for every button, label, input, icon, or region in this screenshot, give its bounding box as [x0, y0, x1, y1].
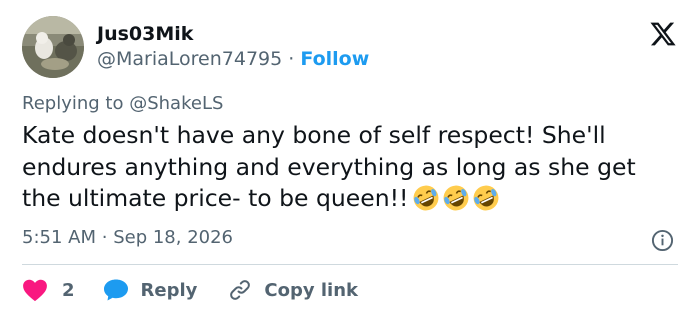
link-icon [230, 280, 251, 300]
tweet-text: Kate doesn't have any bone of self respe… [22, 120, 662, 215]
reply-context: Replying to @ShakeLS [22, 93, 223, 114]
action-bar: 2 Reply Copy link [22, 276, 358, 304]
handle-separator: · [288, 48, 295, 70]
rolling-laughing-emoji-icon [414, 185, 439, 211]
divider [22, 264, 678, 265]
tweet-time: 5:51 AM [22, 227, 96, 248]
copy-link-button[interactable]: Copy link [228, 278, 358, 302]
like-button[interactable]: 2 [22, 278, 75, 302]
reply-mention-link[interactable]: @ShakeLS [129, 93, 223, 114]
avatar[interactable] [22, 16, 84, 78]
author-handle[interactable]: @MariaLoren74795 [97, 48, 282, 70]
info-icon[interactable] [651, 229, 674, 252]
heart-icon [23, 279, 47, 302]
tweet-body: Kate doesn't have any bone of self respe… [22, 121, 636, 212]
like-count: 2 [62, 279, 75, 301]
rolling-laughing-emoji-icon [474, 185, 499, 211]
author-name[interactable]: Jus03Mik [97, 23, 193, 45]
author-handle-row: @MariaLoren74795 · Follow [97, 48, 369, 70]
emoji-group [412, 184, 500, 212]
rolling-laughing-emoji-icon [444, 185, 469, 211]
tweet-date: Sep 18, 2026 [113, 227, 234, 248]
x-logo-icon[interactable] [649, 20, 677, 48]
tweet-timestamp[interactable]: 5:51 AM · Sep 18, 2026 [22, 227, 233, 248]
reply-button[interactable]: Reply [103, 278, 198, 302]
reply-label: Reply [140, 279, 198, 301]
copy-link-label: Copy link [264, 279, 358, 301]
follow-button[interactable]: Follow [300, 48, 369, 70]
timestamp-separator: · [101, 227, 108, 248]
chat-bubble-icon [103, 279, 128, 301]
reply-context-prefix: Replying to [22, 93, 124, 114]
